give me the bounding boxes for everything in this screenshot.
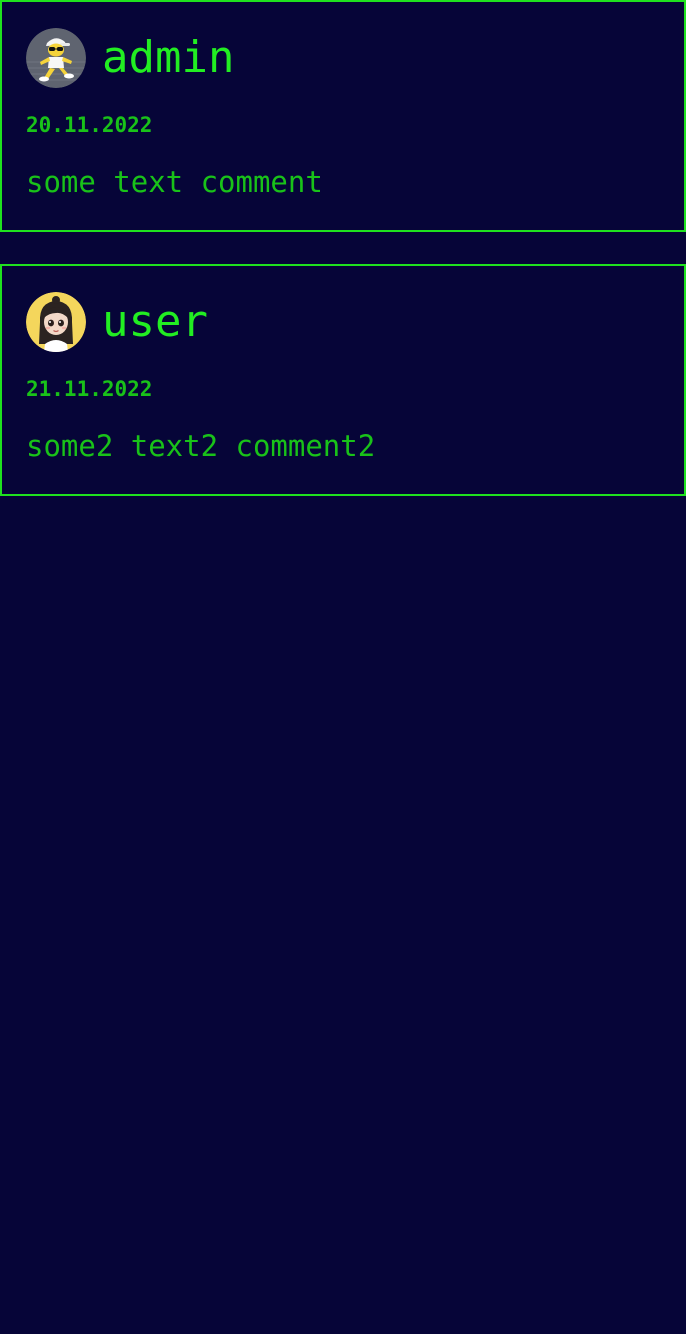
comment-username: user bbox=[102, 296, 208, 347]
cartoon-girl-avatar-icon bbox=[26, 292, 86, 352]
comment-date: 20.11.2022 bbox=[26, 113, 153, 137]
comment-username: admin bbox=[102, 32, 235, 83]
cartoon-character-avatar-icon bbox=[26, 28, 86, 88]
avatar bbox=[26, 28, 86, 88]
comment-date: 21.11.2022 bbox=[26, 377, 153, 401]
comment-text: some2 text2 comment2 bbox=[26, 429, 376, 463]
comment-card: admin 20.11.2022 some text comment bbox=[0, 0, 686, 232]
avatar bbox=[26, 292, 86, 352]
comment-text: some text comment bbox=[26, 165, 323, 199]
comment-card: user 21.11.2022 some2 text2 comment2 bbox=[0, 264, 686, 496]
